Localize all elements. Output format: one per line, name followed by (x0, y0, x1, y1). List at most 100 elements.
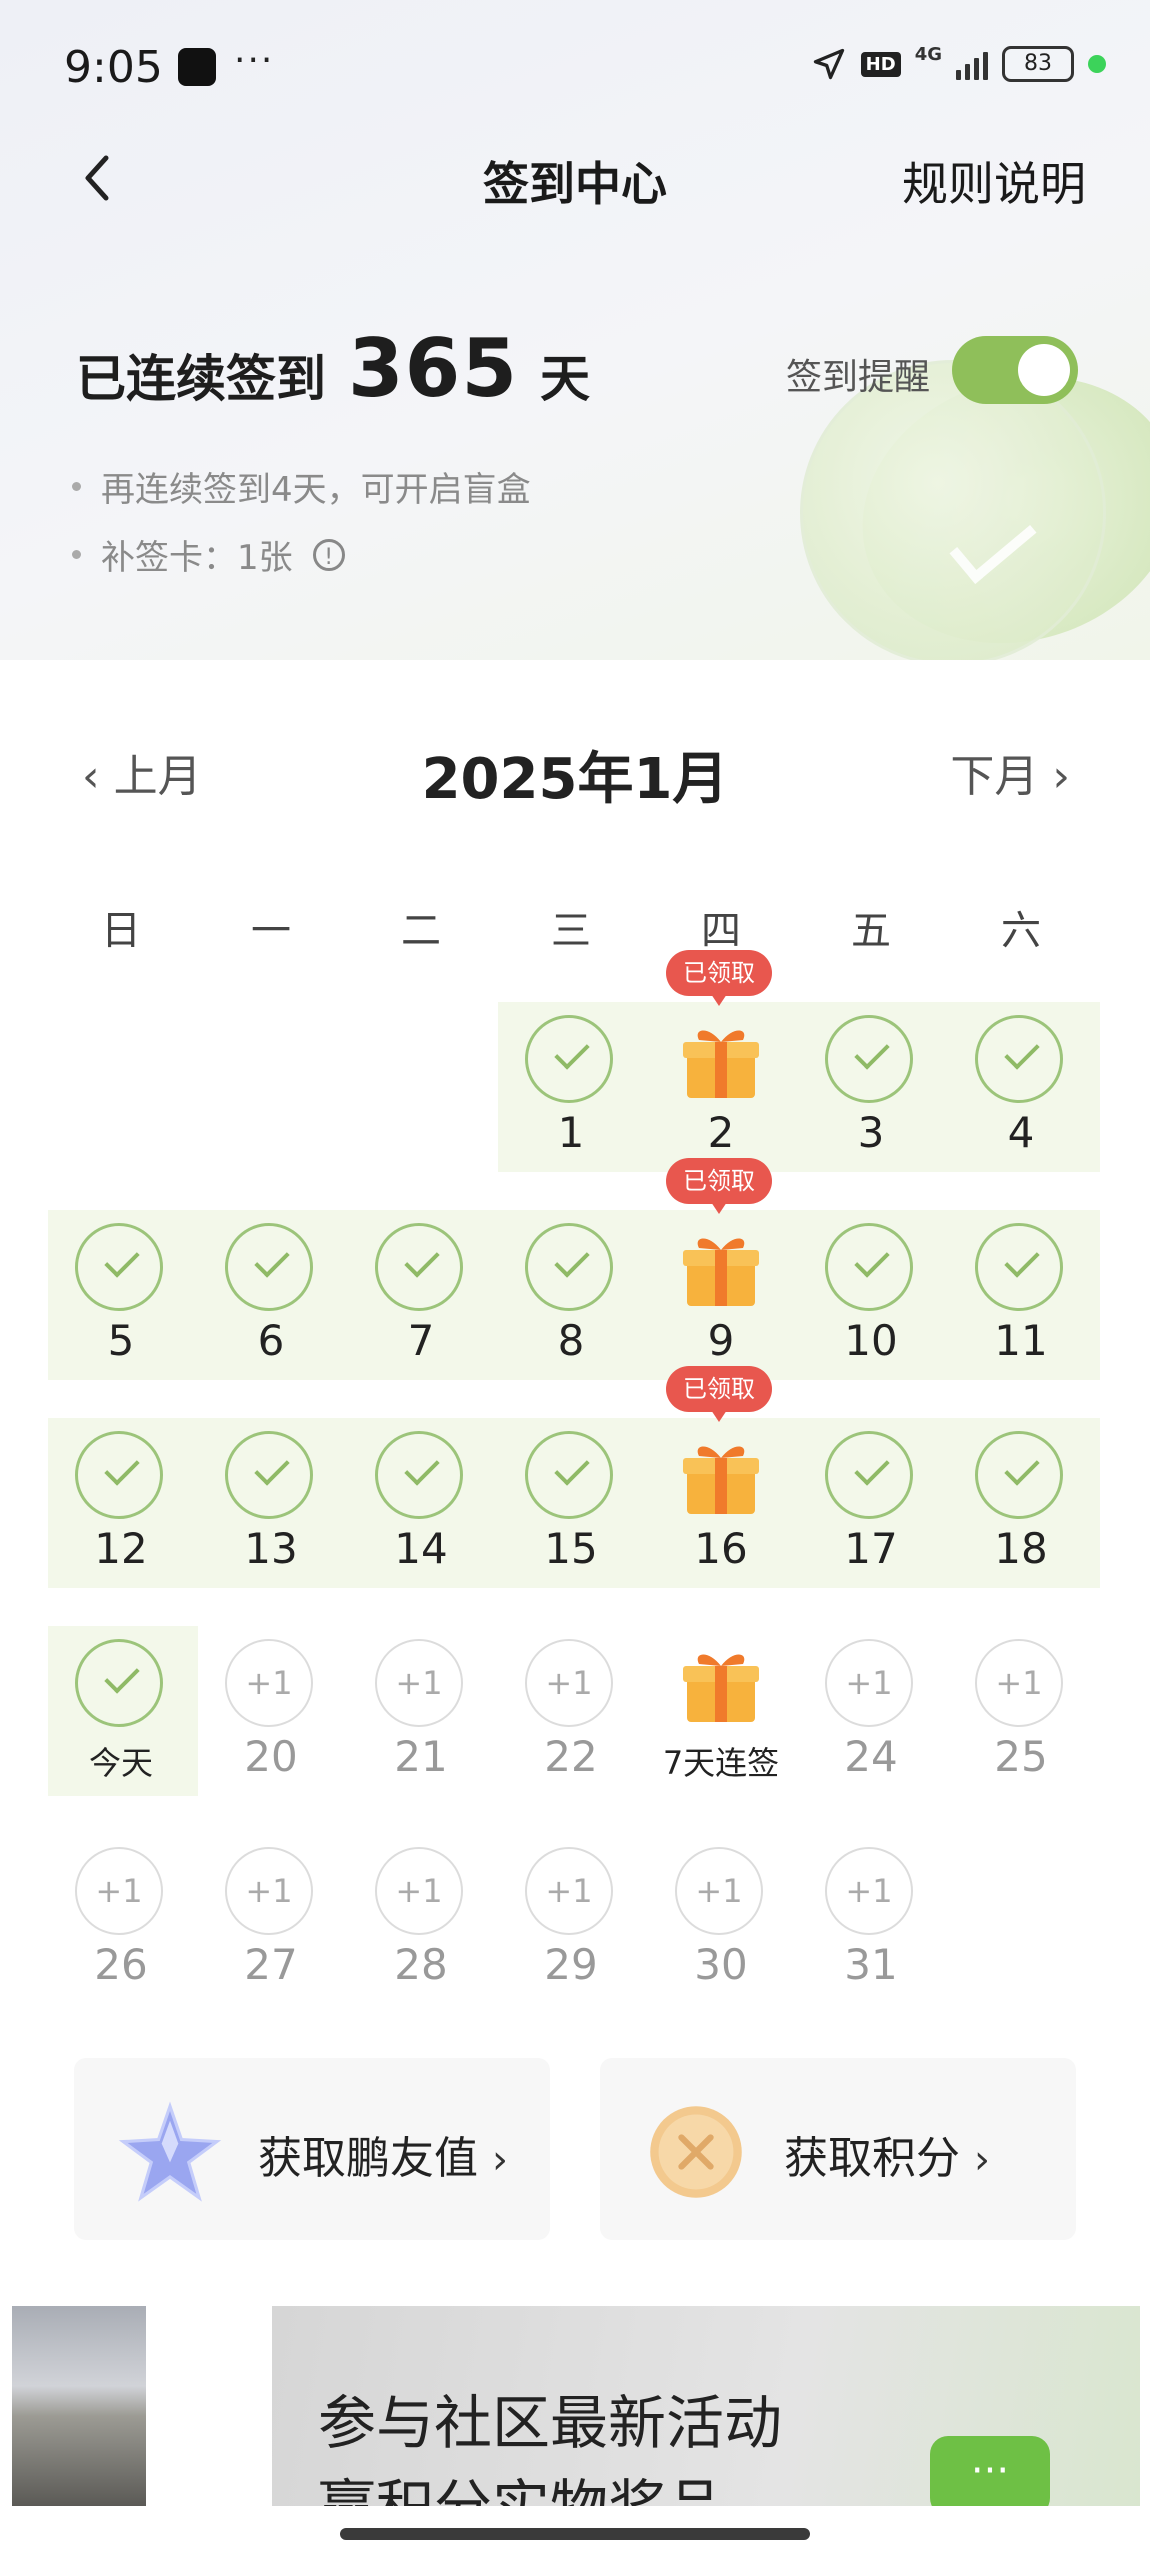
day-label: 22 (544, 1732, 598, 1781)
calendar-day[interactable]: 4 (946, 1000, 1096, 1200)
calendar-day[interactable]: +1 27 (196, 1832, 346, 2032)
banner-title: 参与社区最新活动 (318, 2389, 783, 2457)
check-icon (975, 1431, 1063, 1519)
calendar-day[interactable]: +1 31 (796, 1832, 946, 2032)
check-icon (525, 1015, 613, 1103)
rules-link[interactable]: 规则说明 (902, 148, 1086, 214)
check-icon (225, 1431, 313, 1519)
gift-icon (683, 1446, 759, 1514)
day-label: 26 (94, 1940, 148, 1989)
day-label: 16 (694, 1524, 748, 1573)
calendar-day[interactable]: +1 22 (496, 1624, 646, 1824)
battery-icon: 83 (1002, 46, 1074, 82)
calendar-day[interactable]: 11 (946, 1208, 1096, 1408)
card-label: 获取鹏友值 (258, 2133, 478, 2184)
calendar-day[interactable]: +1 28 (346, 1832, 496, 2032)
activity-banner[interactable]: 参与社区最新活动 赢积分实物奖品 ··· (272, 2306, 1140, 2506)
calendar-day[interactable]: +1 24 (796, 1624, 946, 1824)
get-points-friend-card[interactable]: 获取鹏友值 › (74, 2058, 550, 2240)
weekday-label: 一 (251, 908, 291, 954)
day-label: 27 (244, 1940, 298, 1989)
calendar-day[interactable]: 7 (346, 1208, 496, 1408)
calendar-day[interactable]: +1 20 (196, 1624, 346, 1824)
calendar-day[interactable]: 13 (196, 1416, 346, 1616)
calendar-day[interactable]: 18 (946, 1416, 1096, 1616)
day-label: 29 (544, 1940, 598, 1989)
coin-icon (650, 2106, 742, 2198)
calendar-day[interactable]: 5 (46, 1208, 196, 1408)
calendar-day[interactable]: +1 26 (46, 1832, 196, 2032)
check-icon (825, 1015, 913, 1103)
weekday-label: 四 (701, 908, 741, 954)
streak-days: 365 (348, 322, 518, 415)
calendar-day[interactable]: 10 (796, 1208, 946, 1408)
calendar-day[interactable]: +1 30 (646, 1832, 796, 2032)
day-label: 3 (857, 1108, 885, 1157)
calendar-day[interactable]: 已领取 16 (646, 1366, 796, 1616)
get-points-card[interactable]: 获取积分 › (600, 2058, 1076, 2240)
day-label: 30 (694, 1940, 748, 1989)
day-label: 13 (244, 1524, 298, 1573)
check-icon (975, 1223, 1063, 1311)
calendar-day[interactable]: 17 (796, 1416, 946, 1616)
weekday-label: 日 (101, 908, 141, 954)
day-label: 28 (394, 1940, 448, 1989)
check-icon (75, 1223, 163, 1311)
home-indicator[interactable] (340, 2528, 810, 2540)
day-label: 31 (844, 1940, 898, 1989)
calendar-day[interactable]: 3 (796, 1000, 946, 1200)
reminder-toggle[interactable] (952, 336, 1078, 404)
calendar-day[interactable]: +1 29 (496, 1832, 646, 2032)
calendar-day[interactable]: +1 25 (946, 1624, 1096, 1824)
gift-icon (683, 1030, 759, 1098)
nav-bar: 签到中心 规则说明 (0, 140, 1150, 220)
tip-blind-box: 再连续签到4天，可开启盲盒 (72, 462, 531, 511)
calendar-day[interactable]: 8 (496, 1208, 646, 1408)
calendar-day[interactable]: 15 (496, 1416, 646, 1616)
calendar-day[interactable]: 今天 (46, 1624, 196, 1824)
weekday-header: 日 一 二 三 四 五 六 (0, 898, 1150, 958)
next-month-button[interactable]: 下月 › (950, 740, 1070, 804)
calendar-day[interactable]: 7天连签 (646, 1624, 796, 1824)
weekday-label: 二 (401, 908, 441, 954)
check-icon (975, 1015, 1063, 1103)
plus-one-icon: +1 (825, 1847, 913, 1935)
banner-thumbnail[interactable] (12, 2306, 146, 2506)
day-label: 24 (844, 1732, 898, 1781)
weekday-label: 三 (551, 908, 591, 954)
streak-suffix: 天 (540, 350, 590, 408)
banner-subtitle: 赢积分实物奖品 (318, 2460, 724, 2506)
plus-one-icon: +1 (525, 1639, 613, 1727)
day-label: 4 (1007, 1108, 1035, 1157)
info-icon[interactable]: ! (312, 538, 345, 571)
calendar-day[interactable]: 6 (196, 1208, 346, 1408)
day-label: 7 (407, 1316, 435, 1365)
star-icon (118, 2101, 222, 2202)
day-label: 5 (107, 1316, 135, 1365)
calendar-day[interactable]: +1 21 (346, 1624, 496, 1824)
streak-prefix: 已连续签到 (76, 350, 326, 408)
tip-makeup-card: 补签卡：1张! (72, 530, 345, 579)
plus-one-icon: +1 (375, 1639, 463, 1727)
day-label: 21 (394, 1732, 448, 1781)
location-icon (813, 48, 844, 80)
calendar-day[interactable]: 12 (46, 1416, 196, 1616)
day-label: 7天连签 (662, 1744, 780, 1782)
check-icon (75, 1431, 163, 1519)
check-icon (75, 1639, 163, 1727)
app-notification-icon (178, 48, 216, 86)
day-label: 9 (707, 1316, 735, 1365)
calendar-day[interactable]: 1 (496, 1000, 646, 1200)
status-time: 9:05 (64, 42, 163, 93)
calendar-day[interactable]: 14 (346, 1416, 496, 1616)
signal-icon (956, 48, 988, 80)
plus-one-icon: +1 (675, 1847, 763, 1935)
day-label: 1 (557, 1108, 585, 1157)
check-icon (825, 1223, 913, 1311)
check-icon (525, 1223, 613, 1311)
claimed-badge: 已领取 (666, 950, 772, 1006)
weekday-label: 六 (1001, 908, 1041, 954)
day-label: 20 (244, 1732, 298, 1781)
gift-icon (683, 1238, 759, 1306)
card-label: 获取积分 (784, 2133, 960, 2184)
